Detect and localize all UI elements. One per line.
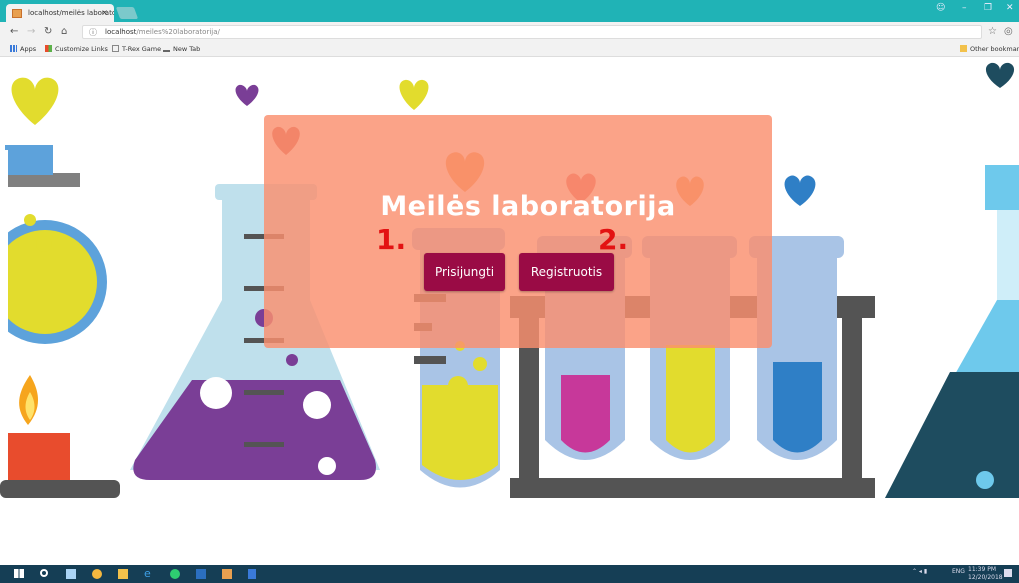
maximize-icon[interactable]: ❐ — [984, 3, 992, 13]
url-path: /meiles%20laboratorija/ — [136, 28, 220, 36]
browser-tab[interactable]: localhost/meilės laboratorija/ × — [6, 4, 114, 22]
bookmark-other[interactable]: Other bookmarks — [960, 45, 1019, 53]
login-button[interactable]: Prisijungti — [424, 253, 505, 291]
extension-icon[interactable]: ◎ — [1004, 26, 1013, 37]
tab-close-icon[interactable]: × — [101, 8, 108, 17]
new-tab-button[interactable] — [115, 7, 139, 19]
clock-time[interactable]: 11:39 PM — [968, 566, 996, 573]
bookmark-customize-links[interactable]: Customize Links — [45, 45, 108, 53]
chrome-taskbar-icon[interactable] — [92, 569, 102, 579]
notifications-icon[interactable] — [1004, 569, 1012, 577]
close-window-icon[interactable]: ✕ — [1006, 3, 1014, 13]
bookmark-trex-game[interactable]: T-Rex Game — [112, 45, 161, 53]
search-icon[interactable] — [40, 569, 48, 577]
edge-icon[interactable]: e — [144, 567, 154, 580]
vscode-icon[interactable] — [248, 569, 256, 579]
spotify-icon[interactable] — [170, 569, 180, 579]
bookmark-apps[interactable]: Apps — [10, 45, 36, 53]
profile-icon[interactable]: ☺ — [936, 3, 945, 13]
page-icon — [112, 45, 119, 52]
browser-toolbar: ← → ↻ ⌂ ⓘ localhost/meiles%20laboratorij… — [0, 22, 1019, 42]
task-view-icon[interactable] — [66, 569, 76, 579]
forward-icon[interactable]: → — [27, 26, 35, 37]
info-icon[interactable]: ⓘ — [89, 27, 97, 38]
clock-date[interactable]: 12/20/2018 — [968, 574, 1003, 581]
bookmarks-bar: Apps Customize Links T-Rex Game New Tab … — [0, 42, 1019, 57]
folder-icon — [960, 45, 967, 52]
home-icon[interactable]: ⌂ — [61, 26, 67, 37]
bookmark-new-tab[interactable]: New Tab — [163, 45, 200, 53]
reload-icon[interactable]: ↻ — [44, 26, 52, 37]
file-explorer-icon[interactable] — [118, 569, 128, 579]
page-favicon-icon — [12, 9, 22, 18]
word-icon[interactable] — [196, 569, 206, 579]
windows-logo-icon — [45, 45, 52, 52]
annotation-marker-1: 1. — [376, 223, 407, 256]
app-icon[interactable] — [222, 569, 232, 579]
address-bar[interactable]: ⓘ localhost/meiles%20laboratorija/ — [82, 25, 982, 39]
annotation-marker-2: 2. — [598, 223, 629, 256]
windows-taskbar: e ⌃ ◂ ▮ ENG 11:39 PM 12/20/2018 — [0, 565, 1019, 583]
language-indicator[interactable]: ENG — [952, 568, 965, 575]
browser-tab-bar: localhost/meilės laboratorija/ × ☺ – ❐ ✕ — [0, 0, 1019, 22]
star-icon[interactable]: ☆ — [988, 26, 997, 37]
register-button[interactable]: Registruotis — [519, 253, 614, 291]
page-title: Meilės laboratorija — [380, 191, 676, 222]
minimize-icon[interactable]: – — [962, 3, 967, 13]
start-button-icon[interactable] — [14, 569, 24, 578]
tray-icons[interactable]: ⌃ ◂ ▮ — [912, 568, 927, 575]
back-icon[interactable]: ← — [10, 26, 18, 37]
download-icon — [163, 45, 170, 52]
welcome-panel — [264, 115, 772, 348]
url-host: localhost — [105, 28, 137, 36]
apps-grid-icon — [10, 45, 17, 52]
